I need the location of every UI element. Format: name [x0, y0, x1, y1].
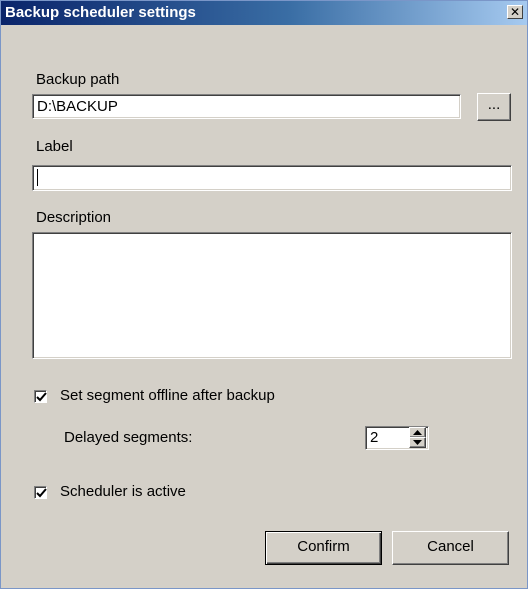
- text-caret: [37, 169, 38, 186]
- description-textarea[interactable]: [32, 232, 512, 359]
- offline-checkbox[interactable]: [34, 390, 47, 403]
- spinner-buttons: [409, 427, 426, 448]
- scheduler-option-label: Scheduler is active: [60, 483, 186, 500]
- spin-down-button[interactable]: [409, 437, 426, 448]
- delayed-segments-label: Delayed segments:: [64, 429, 193, 446]
- label-input[interactable]: [32, 165, 512, 191]
- backup-path-input[interactable]: D:\BACKUP: [32, 94, 461, 119]
- close-button[interactable]: ✕: [507, 5, 523, 19]
- browse-button-label: ...: [487, 96, 501, 113]
- backup-path-value: D:\BACKUP: [37, 98, 118, 115]
- cancel-button[interactable]: Cancel: [392, 531, 509, 565]
- dialog-title: Backup scheduler settings: [5, 4, 196, 21]
- delayed-segments-value: 2: [370, 429, 379, 446]
- label-field-label: Label: [36, 138, 73, 155]
- title-bar: Backup scheduler settings ✕: [1, 1, 527, 25]
- check-icon: [36, 488, 47, 498]
- chevron-down-icon: [413, 440, 422, 445]
- check-icon: [36, 392, 47, 402]
- description-label: Description: [36, 209, 112, 226]
- delayed-segments-spinner[interactable]: 2: [365, 426, 429, 450]
- chevron-up-icon: [413, 430, 422, 435]
- scheduler-checkbox[interactable]: [34, 486, 47, 499]
- backup-path-label: Backup path: [36, 71, 120, 88]
- confirm-button[interactable]: Confirm: [265, 531, 382, 565]
- cancel-button-label: Cancel: [427, 538, 474, 555]
- browse-button[interactable]: ...: [477, 93, 511, 121]
- offline-option-label: Set segment offline after backup: [60, 387, 275, 404]
- dialog-window: Backup scheduler settings ✕ Backup path …: [0, 0, 528, 589]
- close-icon: ✕: [509, 5, 521, 19]
- confirm-button-label: Confirm: [297, 538, 350, 555]
